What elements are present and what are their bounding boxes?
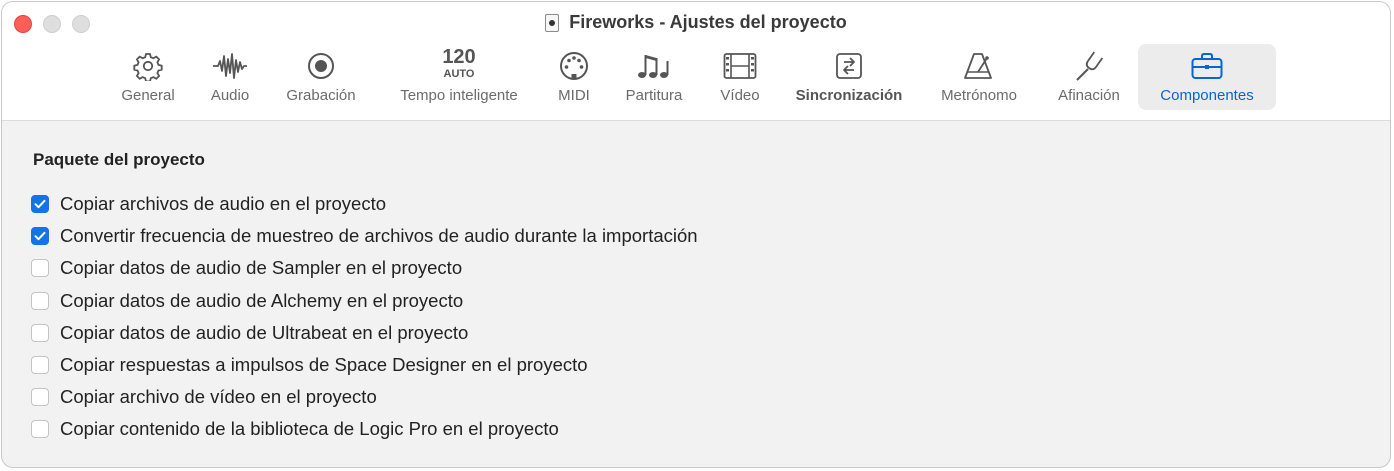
checkbox-label: Copiar respuestas a impulsos de Space De… bbox=[60, 354, 588, 376]
tempo-icon: 120 AUTO bbox=[442, 46, 476, 80]
checkbox[interactable] bbox=[31, 388, 49, 407]
checkbox-label: Copiar datos de audio de Ultrabeat en el… bbox=[60, 321, 469, 343]
tab-video[interactable]: Vídeo bbox=[710, 44, 770, 110]
tab-smart-tempo[interactable]: 120 AUTO Tempo inteligente bbox=[382, 44, 536, 110]
gear-icon bbox=[130, 50, 166, 82]
tab-label: MIDI bbox=[558, 87, 590, 104]
checkbox[interactable] bbox=[31, 420, 49, 439]
tab-label: Vídeo bbox=[720, 87, 760, 104]
checkbox-option[interactable]: Copiar datos de audio de Ultrabeat en el… bbox=[31, 317, 698, 349]
tab-label: Tempo inteligente bbox=[400, 87, 518, 104]
music-notes-icon bbox=[636, 50, 672, 82]
checkbox-option[interactable]: Copiar contenido de la biblioteca de Log… bbox=[31, 413, 698, 445]
project-settings-window: Fireworks - Ajustes del proyecto General bbox=[1, 1, 1391, 468]
settings-content: Paquete del proyecto Copiar archivos de … bbox=[2, 120, 1390, 467]
checkbox-label: Convertir frecuencia de muestreo de arch… bbox=[60, 225, 698, 247]
tab-synchronization[interactable]: Sincronización bbox=[784, 44, 914, 110]
sync-arrows-icon bbox=[831, 50, 867, 82]
tab-audio[interactable]: Audio bbox=[200, 44, 260, 110]
tab-label: Partitura bbox=[625, 87, 683, 104]
record-icon bbox=[303, 50, 339, 82]
tab-label: Grabación bbox=[286, 87, 356, 104]
checkbox[interactable] bbox=[31, 356, 49, 375]
document-icon bbox=[545, 13, 560, 32]
tab-midi[interactable]: MIDI bbox=[550, 44, 598, 110]
checkbox-option[interactable]: Convertir frecuencia de muestreo de arch… bbox=[31, 220, 698, 252]
tab-tuning[interactable]: Afinación bbox=[1044, 44, 1134, 110]
options-list: Copiar archivos de audio en el proyecto C… bbox=[31, 188, 698, 446]
checkmark-icon bbox=[34, 199, 46, 209]
checkbox[interactable] bbox=[31, 227, 49, 246]
checkbox-option[interactable]: Copiar archivos de audio en el proyecto bbox=[31, 188, 698, 220]
checkbox-label: Copiar datos de audio de Sampler en el p… bbox=[60, 257, 463, 279]
tab-label: General bbox=[121, 87, 175, 104]
checkbox-label: Copiar contenido de la biblioteca de Log… bbox=[60, 418, 559, 440]
checkbox-label: Copiar archivo de vídeo en el proyecto bbox=[60, 386, 377, 408]
tab-general[interactable]: General bbox=[110, 44, 186, 110]
checkbox-option[interactable]: Copiar datos de audio de Sampler en el p… bbox=[31, 252, 698, 284]
briefcase-icon bbox=[1189, 50, 1225, 82]
tab-label: Sincronización bbox=[795, 87, 903, 104]
section-title: Paquete del proyecto bbox=[33, 150, 205, 169]
tab-label: Audio bbox=[210, 87, 250, 104]
checkbox[interactable] bbox=[31, 291, 49, 310]
tab-label: Afinación bbox=[1058, 87, 1120, 104]
title-bar: Fireworks - Ajustes del proyecto General bbox=[2, 2, 1390, 121]
checkmark-icon bbox=[34, 232, 46, 241]
window-title: Fireworks - Ajustes del proyecto bbox=[569, 12, 847, 32]
waveform-icon bbox=[212, 50, 248, 82]
window-title-area: Fireworks - Ajustes del proyecto bbox=[2, 12, 1390, 33]
checkbox-option[interactable]: Copiar archivo de vídeo en el proyecto bbox=[31, 381, 698, 413]
checkbox-option[interactable]: Copiar datos de audio de Alchemy en el p… bbox=[31, 285, 698, 317]
checkbox-label: Copiar archivos de audio en el proyecto bbox=[60, 193, 386, 215]
midi-connector-icon bbox=[556, 50, 592, 82]
tab-recording[interactable]: Grabación bbox=[274, 44, 368, 110]
tab-score[interactable]: Partitura bbox=[612, 44, 696, 110]
tuning-fork-icon bbox=[1071, 50, 1107, 82]
checkbox[interactable] bbox=[31, 323, 49, 342]
tab-label: Metrónomo bbox=[941, 87, 1017, 104]
checkbox-option[interactable]: Copiar respuestas a impulsos de Space De… bbox=[31, 349, 698, 381]
settings-toolbar: General Audio Grabación 120 AUTO Tempo i… bbox=[2, 44, 1390, 110]
metronome-icon bbox=[961, 50, 997, 82]
tab-components[interactable]: Componentes bbox=[1138, 44, 1276, 110]
film-strip-icon bbox=[722, 50, 758, 82]
checkbox[interactable] bbox=[31, 259, 49, 278]
tab-label: Componentes bbox=[1160, 87, 1254, 104]
checkbox-label: Copiar datos de audio de Alchemy en el p… bbox=[60, 289, 464, 311]
tab-metronome[interactable]: Metrónomo bbox=[928, 44, 1030, 110]
checkbox[interactable] bbox=[31, 195, 49, 214]
